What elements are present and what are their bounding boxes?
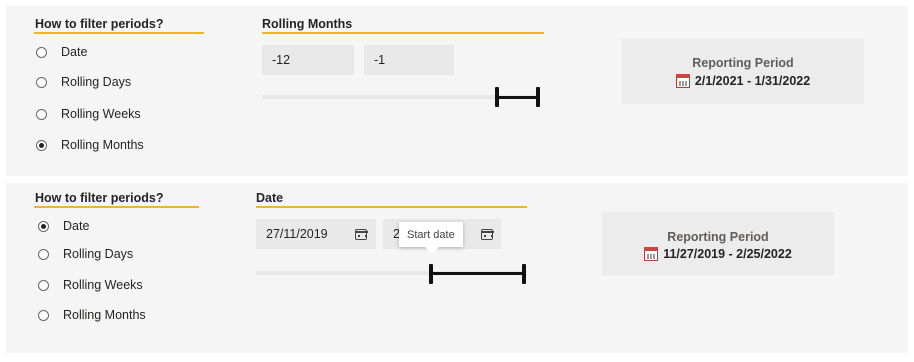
bottom-option-rolling-months[interactable]: Rolling Months — [38, 308, 146, 322]
radio-icon[interactable] — [38, 279, 49, 291]
start-date-input[interactable]: 27/11/2019 — [256, 219, 376, 249]
calendar-icon[interactable] — [354, 229, 368, 240]
bottom-slicer-underline — [256, 206, 527, 208]
top-slicer-title: Rolling Months — [262, 17, 353, 31]
calendar-icon — [675, 74, 690, 88]
top-slider-range — [497, 96, 538, 99]
bottom-option-rolling-weeks[interactable]: Rolling Weeks — [38, 278, 143, 292]
top-slider-start-handle[interactable] — [495, 87, 499, 107]
radio-checked-icon[interactable] — [36, 139, 47, 151]
card-value: 11/27/2019 - 2/25/2022 — [663, 247, 792, 261]
bottom-option-rolling-days[interactable]: Rolling Days — [38, 247, 133, 261]
radio-checked-icon[interactable] — [38, 220, 49, 232]
card-value-row: 11/27/2019 - 2/25/2022 — [602, 247, 834, 261]
radio-icon[interactable] — [38, 248, 49, 260]
radio-icon[interactable] — [38, 309, 49, 321]
option-label: Rolling Months — [63, 308, 146, 322]
card-title: Reporting Period — [667, 230, 769, 244]
calendar-icon — [644, 247, 659, 261]
top-option-rolling-months[interactable]: Rolling Months — [36, 138, 144, 152]
top-option-rolling-days[interactable]: Rolling Days — [36, 75, 131, 89]
start-date-value: 27/11/2019 — [266, 227, 328, 241]
top-option-date[interactable]: Date — [36, 45, 87, 59]
bottom-slicer-title: Date — [256, 191, 284, 205]
card-title: Reporting Period — [692, 56, 794, 70]
top-slider-end-handle[interactable] — [536, 87, 540, 107]
bottom-option-date[interactable]: Date — [38, 219, 89, 233]
bottom-filter-title: How to filter periods? — [35, 191, 164, 205]
start-date-tooltip: Start date — [399, 222, 463, 247]
top-reporting-period-card: Reporting Period 2/1/2021 - 1/31/2022 — [622, 39, 864, 104]
calendar-icon[interactable] — [480, 229, 494, 240]
bottom-filter-underline — [34, 206, 199, 208]
option-label: Rolling Months — [61, 138, 144, 152]
bottom-slider-end-handle[interactable] — [522, 264, 526, 284]
card-value-row: 2/1/2021 - 1/31/2022 — [622, 74, 864, 88]
bottom-slider-start-handle[interactable] — [429, 264, 433, 284]
radio-icon[interactable] — [36, 76, 47, 88]
option-label: Rolling Weeks — [61, 107, 141, 121]
option-label: Date — [63, 219, 90, 233]
top-option-rolling-weeks[interactable]: Rolling Weeks — [36, 107, 141, 121]
top-filter-underline — [34, 32, 204, 34]
option-label: Rolling Weeks — [63, 278, 143, 292]
bottom-reporting-period-card: Reporting Period 11/27/2019 - 2/25/2022 — [602, 212, 834, 275]
option-label: Rolling Days — [63, 247, 134, 261]
top-end-value-input[interactable]: -1 — [364, 45, 454, 75]
top-start-value-input[interactable]: -12 — [262, 45, 354, 75]
option-label: Rolling Days — [61, 75, 132, 89]
radio-icon[interactable] — [36, 108, 47, 120]
top-slicer-underline — [262, 32, 544, 34]
top-filter-title: How to filter periods? — [35, 17, 164, 31]
option-label: Date — [61, 45, 88, 59]
radio-icon[interactable] — [36, 46, 47, 58]
card-value: 2/1/2021 - 1/31/2022 — [694, 74, 811, 88]
tooltip-arrow — [425, 247, 439, 254]
bottom-slider-range — [432, 272, 524, 275]
